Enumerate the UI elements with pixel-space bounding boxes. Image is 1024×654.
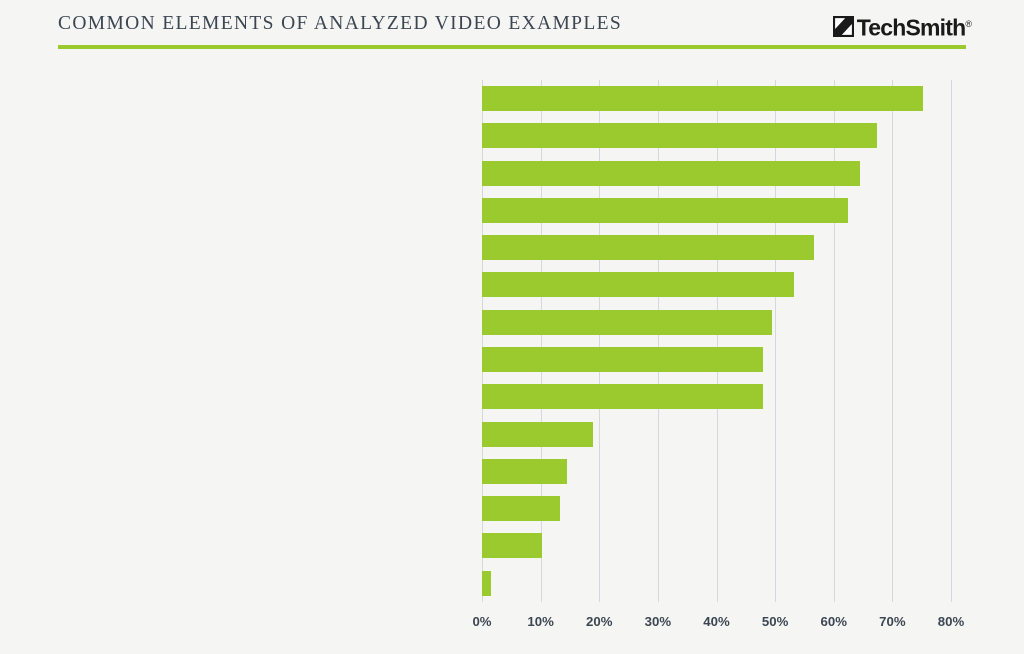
gridline <box>951 80 952 602</box>
accent-rule <box>58 45 966 49</box>
bar <box>482 496 560 522</box>
bar <box>482 123 877 149</box>
logo-wordmark: TechSmith® <box>857 14 972 39</box>
x-axis-tick-label: 30% <box>644 614 672 629</box>
bar <box>482 272 795 298</box>
bar <box>482 160 860 186</box>
chart-row: Camera video (showing any real world con… <box>482 117 951 154</box>
techsmith-logo-mark <box>832 15 854 37</box>
bar <box>482 421 593 447</box>
x-axis-tick-label: 70% <box>879 614 906 629</box>
chart-row: Title clip or intro <box>482 192 951 229</box>
bar <box>482 458 567 484</box>
x-axis-tick-label: 80% <box>937 614 965 629</box>
chart-row: Animated character or sequences <box>482 527 951 564</box>
x-axis-tick-label: 60% <box>820 614 847 629</box>
logo-wordmark-text: TechSmith <box>856 14 966 41</box>
bar <box>482 347 764 372</box>
bar <box>482 309 772 335</box>
chart-row: Background music <box>482 341 951 378</box>
chart-row: Outro clip or endslide <box>482 378 951 415</box>
header: COMMON ELEMENTS OF ANALYZED VIDEO EXAMPL… <box>0 0 1024 60</box>
chart-row: Transition effects <box>482 266 951 303</box>
bar <box>482 235 814 261</box>
x-axis-tick-label: 0% <box>472 614 492 629</box>
x-axis-tick-label: 50% <box>761 614 789 629</box>
registered-trademark-icon: ® <box>965 18 972 29</box>
chart-row: whiteboard drawings or paper cut-outs <box>482 565 951 602</box>
plot-area: 0% 10% 20% 30% 40% 50% 60% 70% 80% Clear audio qu… <box>472 80 964 629</box>
bar <box>482 384 764 410</box>
chart-row: Hyperlinks or Call to Action <box>482 155 951 192</box>
bar <box>482 533 542 559</box>
x-axis-tick-label: 40% <box>703 614 730 629</box>
x-axis-tick-label: 20% <box>586 614 613 629</box>
chart-row: PowerPoint Slides <box>482 490 951 527</box>
chart-row: Callouts & graphics <box>482 453 951 490</box>
chart-row: Clear audio quality (voice over) - the n… <box>482 80 951 117</box>
bar-chart: 0% 10% 20% 30% 40% 50% 60% 70% 80% Clear audio qu… <box>0 60 1024 654</box>
chart-row: Screen recording <box>482 416 951 453</box>
chart-row: Text overlays (text boxes, lower thirds,… <box>482 229 951 266</box>
techsmith-logo: TechSmith® <box>832 13 972 39</box>
bar <box>482 197 848 223</box>
x-axis-tick-label: 10% <box>527 614 554 629</box>
page-title: COMMON ELEMENTS OF ANALYZED VIDEO EXAMPL… <box>58 13 623 34</box>
chart-page: COMMON ELEMENTS OF ANALYZED VIDEO EXAMPL… <box>0 0 1024 654</box>
bar <box>482 570 492 596</box>
chart-row: Visible speaker in video <box>482 304 951 341</box>
bar <box>482 86 924 111</box>
